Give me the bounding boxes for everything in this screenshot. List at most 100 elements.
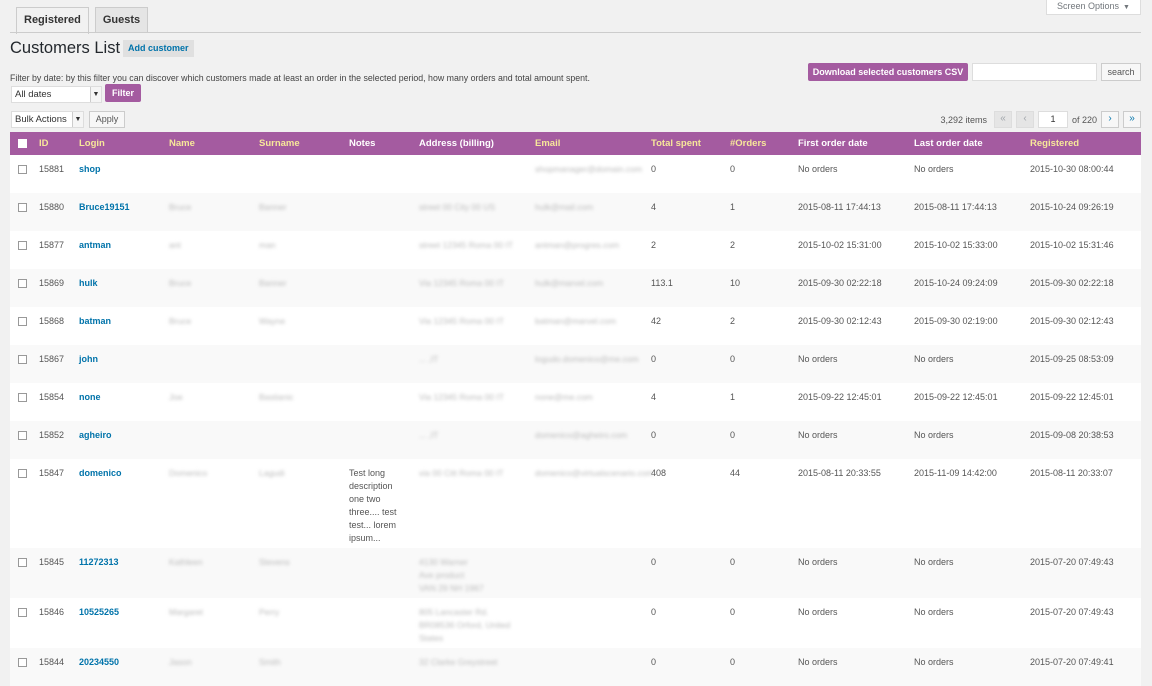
cell-id: 15852 — [33, 421, 73, 459]
cell-last-order: 2015-08-11 17:44:13 — [908, 193, 1024, 231]
cell-login-text[interactable]: john — [79, 354, 98, 364]
filter-button[interactable]: Filter — [105, 84, 141, 102]
row-checkbox[interactable] — [18, 279, 27, 288]
row-checkbox-cell — [10, 548, 33, 598]
cell-total-spent-text: 4 — [651, 202, 657, 212]
table-row: 15854 none Joe Bastianic Via 12345 Roma 00 I… — [10, 383, 1141, 421]
search-button[interactable]: search — [1101, 63, 1141, 81]
first-page-button[interactable]: « — [994, 111, 1012, 128]
column-header-total-spent[interactable]: Total spent — [645, 132, 724, 155]
cell-id-text: 15845 — [39, 557, 65, 567]
cell-login: batman — [73, 307, 163, 345]
row-checkbox[interactable] — [18, 431, 27, 440]
cell-surname-text: Banner — [259, 278, 287, 288]
cell-orders: 1 — [724, 383, 792, 421]
table-row: 15844 20234550 Jason Smith 32 Clarke Greystr… — [10, 648, 1141, 686]
row-checkbox[interactable] — [18, 165, 27, 174]
cell-total-spent: 0 — [645, 548, 724, 598]
cell-id-text: 15869 — [39, 278, 65, 288]
column-header-name[interactable]: Name — [163, 132, 253, 155]
cell-email: none@me.com — [529, 383, 645, 421]
row-checkbox[interactable] — [18, 203, 27, 212]
cell-orders: 2 — [724, 231, 792, 269]
cell-total-spent-text: 0 — [651, 164, 657, 174]
cell-last-order-text: 2015-08-11 17:44:13 — [914, 202, 997, 212]
cell-total-spent-text: 4 — [651, 392, 657, 402]
cell-last-order: 2015-09-22 12:45:01 — [908, 383, 1024, 421]
column-header-surname[interactable]: Surname — [253, 132, 343, 155]
cell-login-text[interactable]: antman — [79, 240, 111, 250]
cell-notes — [343, 269, 413, 307]
row-checkbox[interactable] — [18, 393, 27, 402]
cell-login-text[interactable]: 10525265 — [79, 607, 119, 617]
apply-button[interactable]: Apply — [89, 111, 125, 128]
select-all-checkbox[interactable] — [18, 138, 27, 148]
cell-email-text: shopmanager@domain.com — [535, 164, 642, 174]
row-checkbox[interactable] — [18, 658, 27, 667]
cell-email: domenico@virtualscenario.com — [529, 459, 654, 548]
cell-login-text[interactable]: none — [79, 392, 101, 402]
cell-total-spent-text: 42 — [651, 316, 662, 326]
column-header-login[interactable]: Login — [73, 132, 163, 155]
row-checkbox[interactable] — [18, 355, 27, 364]
cell-email — [529, 598, 645, 648]
cell-notes — [343, 383, 413, 421]
row-checkbox[interactable] — [18, 469, 27, 478]
cell-registered: 2015-09-25 08:53:09 — [1024, 345, 1141, 383]
prev-page-button[interactable]: ‹ — [1016, 111, 1034, 128]
cell-id-text: 15852 — [39, 430, 65, 440]
date-filter-select[interactable]: All dates ▼ — [11, 86, 102, 103]
current-page-input[interactable]: 1 — [1038, 111, 1068, 128]
cell-registered: 2015-07-20 07:49:43 — [1024, 548, 1141, 598]
cell-login: antman — [73, 231, 163, 269]
screen-options-button[interactable]: Screen Options ▼ — [1046, 0, 1141, 15]
cell-name-text: Joe — [169, 392, 183, 402]
last-page-button[interactable]: » — [1123, 111, 1141, 128]
tab-guests[interactable]: Guests — [94, 7, 149, 33]
cell-last-order: No orders — [908, 548, 1024, 598]
cell-registered-text: 2015-09-30 02:22:18 — [1030, 278, 1114, 288]
cell-login: hulk — [73, 269, 163, 307]
add-customer-button[interactable]: Add customer — [123, 40, 194, 57]
cell-address-text: Via 12345 Roma 00 IT — [419, 316, 504, 326]
cell-login-text[interactable]: 11272313 — [79, 557, 119, 567]
column-header-orders[interactable]: #Orders — [724, 132, 792, 155]
cell-email: shopmanager@domain.com — [529, 155, 645, 193]
cell-name: Kathleen — [163, 548, 253, 598]
search-input[interactable] — [972, 63, 1097, 81]
cell-address: 32 Clarke Greystreet — [413, 648, 529, 686]
cell-login-text[interactable]: hulk — [79, 278, 98, 288]
cell-orders: 10 — [724, 269, 792, 307]
cell-address-text: Via 12345 Roma 00 IT — [419, 278, 504, 288]
cell-login-text[interactable]: agheiro — [79, 430, 112, 440]
row-checkbox-cell — [10, 421, 33, 459]
row-checkbox[interactable] — [18, 558, 27, 567]
cell-registered-text: 2015-09-25 08:53:09 — [1030, 354, 1114, 364]
cell-id: 15881 — [33, 155, 73, 193]
download-csv-button[interactable]: Download selected customers CSV — [808, 63, 968, 81]
row-checkbox[interactable] — [18, 241, 27, 250]
column-header-email[interactable]: Email — [529, 132, 645, 155]
next-page-button[interactable]: › — [1101, 111, 1119, 128]
bulk-actions-select[interactable]: Bulk Actions ▼ — [11, 111, 84, 128]
cell-orders-text: 0 — [730, 164, 736, 174]
column-header-id[interactable]: ID — [33, 132, 73, 155]
cell-id: 15868 — [33, 307, 73, 345]
cell-address: Via 12345 Roma 00 IT — [413, 269, 529, 307]
cell-last-order: No orders — [908, 155, 1024, 193]
column-header-registered[interactable]: Registered — [1024, 132, 1141, 155]
cell-name-text: Bruce — [169, 202, 192, 212]
cell-login-text[interactable]: 20234550 — [79, 657, 119, 667]
cell-orders-text: 0 — [730, 557, 736, 567]
cell-notes — [343, 345, 413, 383]
cell-login-text[interactable]: batman — [79, 316, 111, 326]
cell-surname: Smith — [253, 648, 343, 686]
cell-login-text[interactable]: shop — [79, 164, 101, 174]
row-checkbox[interactable] — [18, 608, 27, 617]
cell-id-text: 15847 — [39, 468, 65, 478]
cell-registered: 2015-09-30 02:12:43 — [1024, 307, 1141, 345]
cell-login-text[interactable]: Bruce19151 — [79, 202, 130, 212]
cell-login-text[interactable]: domenico — [79, 468, 122, 478]
row-checkbox[interactable] — [18, 317, 27, 326]
tab-registered[interactable]: Registered — [16, 7, 89, 34]
